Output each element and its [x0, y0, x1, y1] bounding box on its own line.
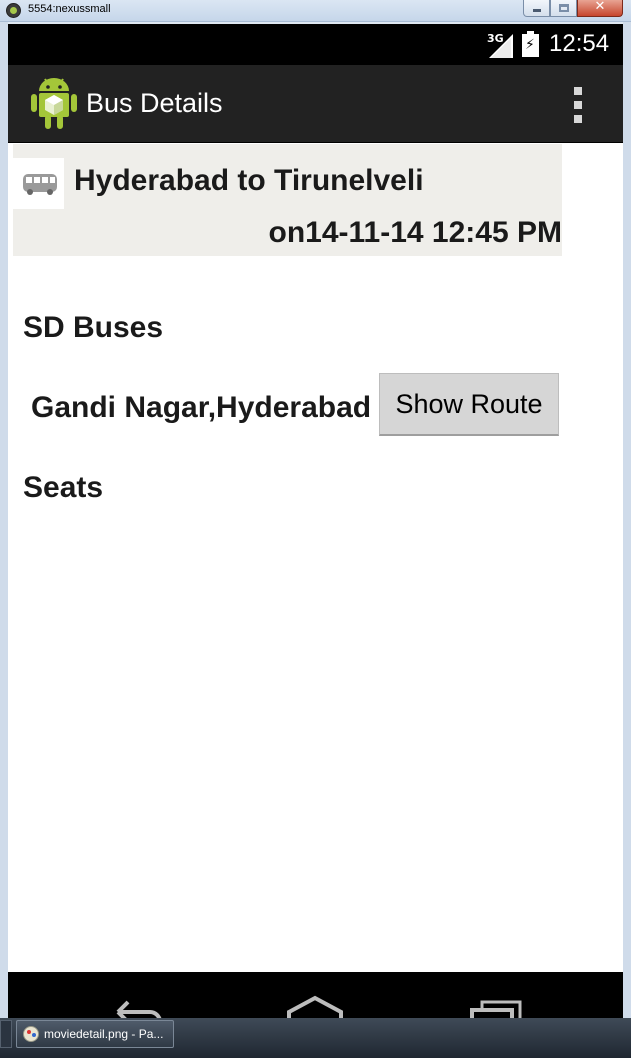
maximize-icon [559, 4, 569, 12]
show-route-button[interactable]: Show Route [379, 373, 559, 436]
seats-label: Seats [23, 471, 104, 504]
minimize-button[interactable] [523, 0, 550, 17]
trip-header: Hyderabad to Tirunelveli on14-11-14 12:4… [13, 144, 562, 256]
window-frame-right [623, 22, 631, 1058]
window-frame-left [0, 22, 8, 1058]
status-clock: 12:54 [549, 30, 610, 57]
page-title: Bus Details [86, 88, 223, 118]
route-title: Hyderabad to Tirunelveli [74, 164, 424, 197]
operator-name: SD Buses [23, 311, 164, 344]
window-titlebar[interactable]: 5554:nexussmall ✕ [0, 0, 631, 22]
close-button[interactable]: ✕ [577, 0, 623, 17]
battery-charging-icon: ⚡ [522, 31, 539, 57]
close-icon: ✕ [594, 0, 606, 14]
android-app-icon[interactable] [30, 75, 78, 131]
action-bar: Bus Details [8, 65, 623, 143]
signal-icon [489, 34, 513, 58]
window-title: 5554:nexussmall [28, 3, 111, 15]
maximize-button[interactable] [550, 0, 577, 17]
taskbar-item-label: moviedetail.png - Pa... [44, 1027, 164, 1041]
device-screen: 3G ⚡ 12:54 Bus Details Hyderabad to Tiru… [8, 24, 623, 1058]
trip-datetime: on14-11-14 12:45 PM [268, 216, 562, 249]
minimize-icon [533, 9, 541, 12]
overflow-menu-icon[interactable] [568, 87, 588, 123]
window-controls: ✕ [523, 0, 623, 17]
taskbar-item-paint[interactable]: moviedetail.png - Pa... [16, 1020, 174, 1048]
bus-icon [13, 158, 64, 209]
taskbar-overflow-button[interactable] [0, 1020, 12, 1048]
taskbar: moviedetail.png - Pa... [0, 1018, 631, 1058]
status-bar: 3G ⚡ 12:54 [8, 24, 623, 65]
boarding-point: Gandi Nagar,Hyderabad [31, 391, 372, 424]
paint-icon [23, 1026, 39, 1042]
emulator-app-icon [6, 3, 21, 18]
